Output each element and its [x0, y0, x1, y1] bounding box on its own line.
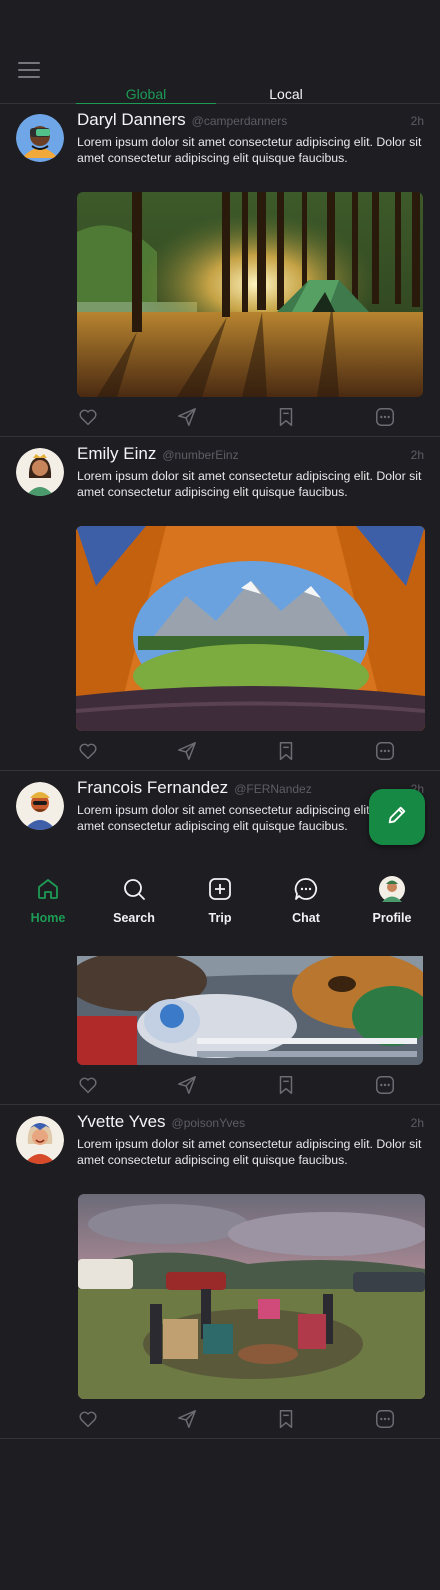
author-handle[interactable]: @numberEinz — [162, 448, 238, 462]
nav-search[interactable]: Search — [90, 876, 178, 925]
author-name[interactable]: Francois Fernandez — [77, 778, 228, 797]
send-icon[interactable] — [176, 406, 198, 428]
more-icon[interactable] — [374, 1074, 396, 1096]
avatar[interactable] — [16, 448, 64, 496]
search-icon — [90, 876, 178, 902]
post-text: Lorem ipsum dolor sit amet consectetur a… — [77, 135, 422, 165]
nav-label: Chat — [292, 911, 320, 925]
avatar[interactable] — [16, 782, 64, 830]
more-icon[interactable] — [374, 740, 396, 762]
post-text: Lorem ipsum dolor sit amet consectetur a… — [77, 1137, 422, 1167]
post-actions — [77, 1408, 419, 1430]
post-header: Emily Einz @numberEinz 2h — [77, 444, 424, 464]
menu-icon-line — [18, 62, 40, 64]
bookmark-icon[interactable] — [275, 1074, 297, 1096]
avatar[interactable] — [16, 114, 64, 162]
send-icon[interactable] — [176, 1074, 198, 1096]
post-image[interactable] — [77, 956, 423, 1065]
post-image[interactable] — [77, 192, 423, 397]
more-icon[interactable] — [374, 406, 396, 428]
author-name[interactable]: Daryl Danners — [77, 110, 186, 129]
more-icon[interactable] — [374, 1408, 396, 1430]
menu-icon-line — [18, 69, 40, 71]
author-handle[interactable]: @camperdanners — [192, 114, 288, 128]
compose-button[interactable] — [369, 789, 425, 845]
post-time: 2h — [410, 448, 424, 462]
nav-home[interactable]: Home — [4, 876, 92, 925]
author-handle[interactable]: @FERNandez — [234, 782, 312, 796]
post-actions — [77, 1074, 419, 1096]
author-name[interactable]: Emily Einz — [77, 444, 156, 463]
bookmark-icon[interactable] — [275, 406, 297, 428]
nav-label: Profile — [372, 911, 412, 925]
avatar[interactable] — [16, 1116, 64, 1164]
heart-icon[interactable] — [77, 406, 99, 428]
bookmark-icon[interactable] — [275, 1408, 297, 1430]
nav-label: Search — [113, 911, 155, 925]
tab-global[interactable]: Global — [76, 86, 216, 104]
avatar — [348, 876, 436, 902]
post-image[interactable] — [78, 1194, 425, 1399]
post: Daryl Danners @camperdanners 2h Lorem ips… — [0, 106, 440, 437]
post-actions — [77, 406, 419, 428]
nav-label: Home — [30, 911, 66, 925]
feed-tabs: Global Local — [0, 86, 440, 104]
heart-icon[interactable] — [77, 1074, 99, 1096]
home-icon — [4, 876, 92, 902]
author-name[interactable]: Yvette Yves — [77, 1112, 166, 1131]
nav-chat[interactable]: Chat — [262, 876, 350, 925]
heart-icon[interactable] — [77, 1408, 99, 1430]
bookmark-icon[interactable] — [275, 740, 297, 762]
add-square-icon — [176, 876, 264, 902]
post-text: Lorem ipsum dolor sit amet consectetur a… — [77, 469, 422, 499]
nav-profile[interactable]: Profile — [348, 876, 436, 925]
menu-button[interactable] — [18, 62, 40, 78]
post-time: 2h — [410, 1116, 424, 1130]
send-icon[interactable] — [176, 1408, 198, 1430]
post: Yvette Yves @poisonYves 2h Lorem ipsum do… — [0, 1108, 440, 1439]
post-actions — [77, 740, 419, 762]
nav-label: Trip — [208, 911, 232, 925]
nav-trip[interactable]: Trip — [176, 876, 264, 925]
post-header: Daryl Danners @camperdanners 2h — [77, 110, 424, 130]
author-handle[interactable]: @poisonYves — [172, 1116, 246, 1130]
post-image[interactable] — [76, 526, 425, 731]
pencil-icon — [386, 804, 408, 831]
tab-local[interactable]: Local — [216, 86, 356, 104]
chat-icon — [262, 876, 350, 902]
bottom-nav: Home Search Trip Chat Profile — [0, 860, 440, 955]
menu-icon-line — [18, 76, 40, 78]
heart-icon[interactable] — [77, 740, 99, 762]
post-time: 2h — [410, 114, 424, 128]
post-header: Yvette Yves @poisonYves 2h — [77, 1112, 424, 1132]
post: Emily Einz @numberEinz 2h Lorem ipsum dol… — [0, 440, 440, 771]
send-icon[interactable] — [176, 740, 198, 762]
